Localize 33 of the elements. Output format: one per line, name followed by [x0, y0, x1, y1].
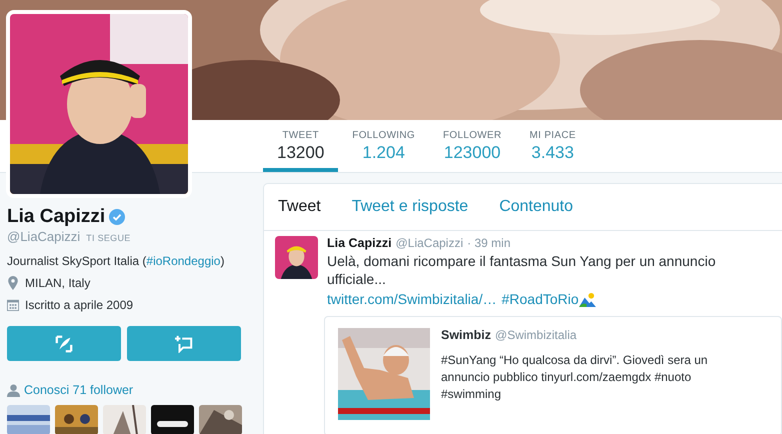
joined-date: Iscritto a aprile 2009: [25, 298, 134, 312]
tweet-link[interactable]: #RoadToRio: [502, 291, 579, 307]
profile-name: Lia Capizzi: [7, 206, 106, 228]
quoted-tweet-text: #SunYang “Ho qualcosa da dirvi”. Giovedì sera un annuncio pubblico tinyurl.com/zaemgdx #nuoto #swimming: [441, 352, 709, 403]
quoted-author-name: Swimbiz: [441, 328, 492, 342]
tweet-link[interactable]: twitter.com/Swimbizitalia/…: [327, 291, 497, 307]
quoted-tweet-card[interactable]: Swimbiz @Swimbizitalia #SunYang “Ho qualcosa da dirvi”. Giovedì sera un annuncio pubblico tinyurl.com/zaemgdx #nuoto #swimming: [324, 316, 782, 434]
stat-tab[interactable]: TWEET 13200: [263, 120, 338, 172]
timeline-tab[interactable]: Tweet e risposte: [352, 198, 468, 216]
timeline-tab[interactable]: Tweet: [278, 198, 321, 216]
person-icon: [7, 384, 20, 396]
tweet-text: Uelà, domani ricompare il fantasma Sun Yang per un annuncio ufficiale...: [327, 252, 717, 288]
author-name[interactable]: Lia Capizzi: [327, 236, 392, 250]
location-text: MILAN, Italy: [25, 276, 90, 290]
hashtag-link[interactable]: #ioRondeggio: [146, 254, 220, 268]
location-pin-icon: [7, 276, 19, 290]
stat-tab[interactable]: MI PIACE 3.433: [516, 120, 590, 172]
follows-you-label: TI SEGUE: [86, 233, 131, 243]
profile-handle: @LiaCapizzi: [7, 229, 80, 244]
stat-tab[interactable]: FOLLOWER 123000: [429, 120, 516, 172]
calendar-icon: [7, 298, 19, 312]
tweet-time[interactable]: · 39 min: [467, 236, 510, 250]
profile-bio: Journalist SkySport Italia (#ioRondeggio): [7, 254, 226, 268]
quoted-author-handle: @Swimbizitalia: [495, 328, 577, 342]
compose-icon: [55, 334, 73, 352]
mountain-sun-icon: [578, 292, 596, 306]
known-followers-link[interactable]: Conosci 71 follower: [24, 383, 134, 397]
message-button[interactable]: [127, 326, 241, 361]
author-handle: @LiaCapizzi: [396, 236, 464, 250]
message-icon: [175, 334, 193, 352]
timeline-tab[interactable]: Contenuto: [499, 198, 574, 216]
tweet-to-button[interactable]: [7, 326, 121, 361]
stat-tab[interactable]: FOLLOWING 1.204: [338, 120, 429, 172]
